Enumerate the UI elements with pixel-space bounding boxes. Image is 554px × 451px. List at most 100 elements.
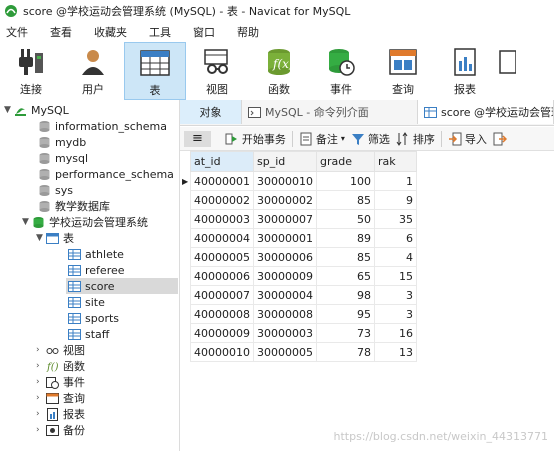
tab-objects[interactable]: 对象 <box>180 100 242 124</box>
import-button[interactable]: 导入 <box>448 131 487 147</box>
cell-rak[interactable]: 3 <box>374 304 417 324</box>
tree-table-score[interactable]: score <box>66 278 178 294</box>
cell-rak[interactable]: 35 <box>374 209 417 229</box>
cell-grade[interactable]: 73 <box>316 323 375 343</box>
user-button[interactable]: 用户 <box>62 42 124 100</box>
tree-db-information_schema[interactable]: information_schema <box>38 118 167 134</box>
cell-at_id[interactable]: 40000008 <box>190 304 254 324</box>
memo-button[interactable]: 备注 ▾ <box>299 131 345 147</box>
cell-sp_id[interactable]: 30000006 <box>253 247 317 267</box>
query-button[interactable]: 查询 <box>372 42 434 100</box>
tree-db-sys[interactable]: sys <box>38 182 73 198</box>
tab-console[interactable]: MySQL - 命令列介面 <box>242 100 418 124</box>
sort-button[interactable]: 排序 <box>396 131 435 147</box>
cell-grade[interactable]: 98 <box>316 285 375 305</box>
tree-reports-group[interactable]: › 报表 <box>36 406 85 422</box>
cell-rak[interactable]: 16 <box>374 323 417 343</box>
cell-at_id[interactable]: 40000005 <box>190 247 254 267</box>
tree-db-teaching[interactable]: 教学数据库 <box>38 198 110 214</box>
column-header-at_id[interactable]: at_id <box>190 151 254 172</box>
tree-db-performance_schema[interactable]: performance_schema <box>38 166 174 182</box>
cell-at_id[interactable]: 40000004 <box>190 228 254 248</box>
tree-table-sports[interactable]: sports <box>68 310 119 326</box>
tree-events-group[interactable]: › 事件 <box>36 374 85 390</box>
tree-queries-group[interactable]: › 查询 <box>36 390 85 406</box>
table-row[interactable]: 40000007 30000004 98 3 <box>190 285 417 305</box>
cell-rak[interactable]: 1 <box>374 171 417 191</box>
tree-db-sports-meet[interactable]: ▼ 学校运动会管理系统 <box>22 214 148 230</box>
function-button[interactable]: f(x) 函数 <box>248 42 310 100</box>
tree-table-referee[interactable]: referee <box>68 262 125 278</box>
table-row[interactable]: 40000008 30000008 95 3 <box>190 304 417 324</box>
table-row[interactable]: 40000005 30000006 85 4 <box>190 247 417 267</box>
cell-rak[interactable]: 15 <box>374 266 417 286</box>
cell-sp_id[interactable]: 30000001 <box>253 228 317 248</box>
cell-grade[interactable]: 89 <box>316 228 375 248</box>
cell-grade[interactable]: 65 <box>316 266 375 286</box>
report-button[interactable]: 报表 <box>434 42 496 100</box>
cell-grade[interactable]: 95 <box>316 304 375 324</box>
column-header-grade[interactable]: grade <box>316 151 375 172</box>
column-header-rak[interactable]: rak <box>374 151 417 172</box>
tree-functions-group[interactable]: › f() 函数 <box>36 358 85 374</box>
table-row[interactable]: 40000003 30000007 50 35 <box>190 209 417 229</box>
cell-grade[interactable]: 50 <box>316 209 375 229</box>
cell-grade[interactable]: 78 <box>316 342 375 362</box>
cell-sp_id[interactable]: 30000002 <box>253 190 317 210</box>
cell-at_id[interactable]: 40000002 <box>190 190 254 210</box>
column-header-sp_id[interactable]: sp_id <box>253 151 317 172</box>
table-row[interactable]: 40000002 30000002 85 9 <box>190 190 417 210</box>
cell-at_id[interactable]: 40000007 <box>190 285 254 305</box>
tab-score[interactable]: score @学校运动会管理 <box>418 100 554 124</box>
tree-table-site[interactable]: site <box>68 294 105 310</box>
cell-sp_id[interactable]: 30000003 <box>253 323 317 343</box>
menu-hamburger-button[interactable]: ≡ <box>184 130 211 147</box>
table-row[interactable]: 40000006 30000009 65 15 <box>190 266 417 286</box>
cell-rak[interactable]: 9 <box>374 190 417 210</box>
filter-button[interactable]: 筛选 <box>351 131 390 147</box>
table-button[interactable]: 表 <box>124 42 186 100</box>
more-button[interactable] <box>496 42 516 100</box>
tree-views-group[interactable]: › 视图 <box>36 342 85 358</box>
table-row[interactable]: 40000001 30000010 100 1 <box>190 171 417 191</box>
cell-sp_id[interactable]: 30000010 <box>253 171 317 191</box>
table-row[interactable]: 40000010 30000005 78 13 <box>190 342 417 362</box>
menu-window[interactable]: 窗口 <box>193 24 215 40</box>
cell-at_id[interactable]: 40000010 <box>190 342 254 362</box>
cell-rak[interactable]: 6 <box>374 228 417 248</box>
cell-sp_id[interactable]: 30000008 <box>253 304 317 324</box>
menu-favorites[interactable]: 收藏夹 <box>94 24 127 40</box>
tree-db-mydb[interactable]: mydb <box>38 134 86 150</box>
tree-connection-mysql[interactable]: ▼ MySQL <box>4 102 69 118</box>
cell-sp_id[interactable]: 30000005 <box>253 342 317 362</box>
cell-rak[interactable]: 4 <box>374 247 417 267</box>
cell-sp_id[interactable]: 30000007 <box>253 209 317 229</box>
menu-help[interactable]: 帮助 <box>237 24 259 40</box>
tree-tables-group[interactable]: ▼ 表 <box>36 230 74 246</box>
menu-file[interactable]: 文件 <box>6 24 28 40</box>
cell-grade[interactable]: 85 <box>316 247 375 267</box>
event-button[interactable]: 事件 <box>310 42 372 100</box>
cell-rak[interactable]: 3 <box>374 285 417 305</box>
cell-rak[interactable]: 13 <box>374 342 417 362</box>
tree-db-mysql[interactable]: mysql <box>38 150 88 166</box>
tree-table-staff[interactable]: staff <box>68 326 109 342</box>
begin-transaction-button[interactable]: 开始事务 <box>225 131 286 147</box>
cell-at_id[interactable]: 40000001 <box>190 171 254 191</box>
tree-backups-group[interactable]: › 备份 <box>36 422 85 438</box>
table-row[interactable]: 40000004 30000001 89 6 <box>190 228 417 248</box>
export-button[interactable] <box>493 132 510 146</box>
cell-sp_id[interactable]: 30000004 <box>253 285 317 305</box>
cell-at_id[interactable]: 40000009 <box>190 323 254 343</box>
view-button[interactable]: 视图 <box>186 42 248 100</box>
table-row[interactable]: 40000009 30000003 73 16 <box>190 323 417 343</box>
cell-grade[interactable]: 85 <box>316 190 375 210</box>
cell-at_id[interactable]: 40000006 <box>190 266 254 286</box>
cell-at_id[interactable]: 40000003 <box>190 209 254 229</box>
cell-sp_id[interactable]: 30000009 <box>253 266 317 286</box>
menu-tools[interactable]: 工具 <box>149 24 171 40</box>
cell-grade[interactable]: 100 <box>316 171 375 191</box>
tree-table-athlete[interactable]: athlete <box>68 246 124 262</box>
connection-button[interactable]: 连接 <box>0 42 62 100</box>
menu-view[interactable]: 查看 <box>50 24 72 40</box>
